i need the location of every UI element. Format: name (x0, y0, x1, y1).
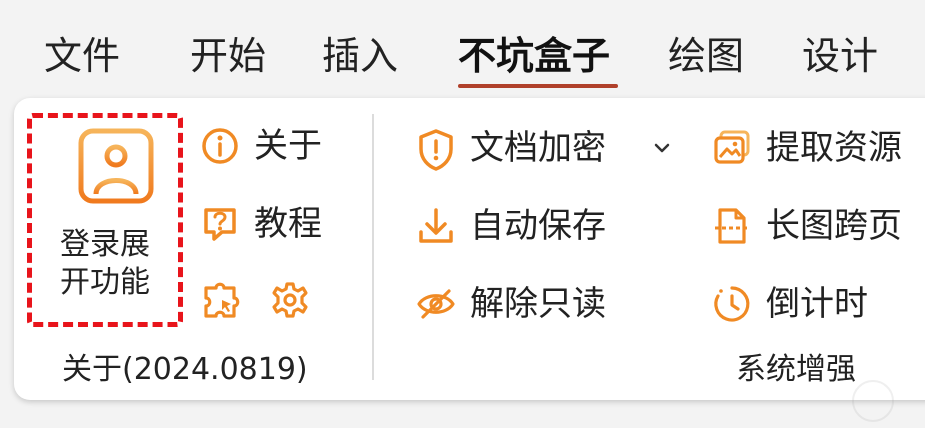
tab-bukeng-box[interactable]: 不坑盒子 (458, 30, 610, 82)
tutorial-label: 教程 (254, 204, 322, 244)
eye-off-icon (417, 289, 455, 319)
document-encrypt-label: 文档加密 (470, 128, 606, 168)
ribbon-tabs: 文件 开始 插入 不坑盒子 绘图 设计 (0, 0, 925, 96)
tab-home[interactable]: 开始 (190, 30, 266, 82)
tab-draw[interactable]: 绘图 (668, 30, 744, 82)
watermark-mark (852, 380, 894, 422)
chevron-down-icon[interactable] (652, 138, 672, 158)
about-group-label: 关于(2024.0819) (62, 352, 308, 387)
download-icon (419, 208, 453, 243)
page-icon (715, 208, 749, 244)
tab-file[interactable]: 文件 (44, 30, 120, 82)
user-avatar-icon (78, 128, 154, 204)
login-button-label: 登录展 开功能 (32, 226, 178, 302)
long-image-pages-label: 长图跨页 (766, 206, 902, 246)
tab-insert[interactable]: 插入 (322, 30, 398, 82)
image-icon (714, 130, 750, 164)
autosave-label: 自动保存 (470, 206, 606, 246)
puzzle-icon[interactable] (200, 280, 242, 322)
help-icon (204, 208, 236, 241)
countdown-label: 倒计时 (766, 284, 868, 324)
login-label-line1: 登录展 (60, 227, 150, 262)
tab-design[interactable]: 设计 (802, 30, 878, 82)
info-icon (202, 128, 238, 164)
login-label-line2: 开功能 (60, 265, 150, 300)
shield-icon (419, 129, 453, 171)
about-label: 关于 (254, 126, 322, 166)
group-divider (372, 114, 374, 380)
unlock-readonly-label: 解除只读 (470, 284, 606, 324)
extract-resources-label: 提取资源 (766, 128, 902, 168)
active-tab-underline (458, 84, 618, 88)
timer-icon (714, 286, 750, 322)
login-expand-button[interactable]: 登录展 开功能 (27, 113, 183, 327)
gear-icon[interactable] (270, 280, 310, 320)
